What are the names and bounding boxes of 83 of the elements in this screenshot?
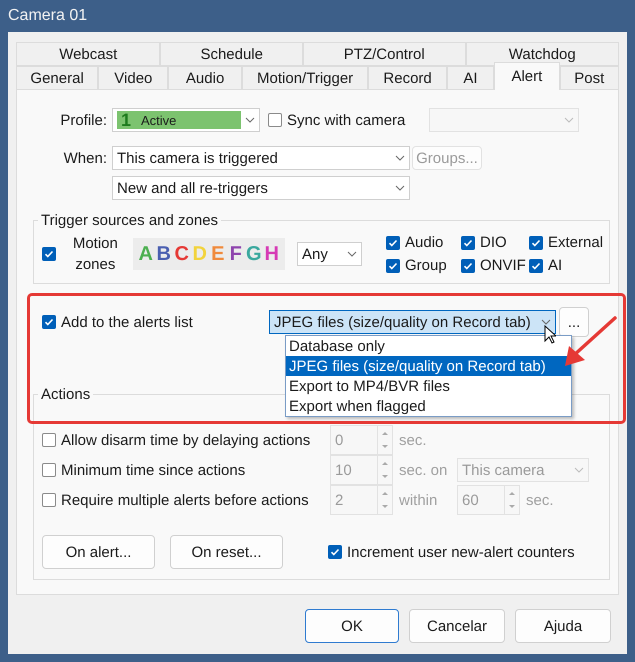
- checkbox[interactable]: [529, 236, 543, 250]
- tab[interactable]: AI: [446, 66, 494, 90]
- dialog-button[interactable]: Cancelar: [409, 609, 505, 643]
- checkmark-icon: [388, 260, 398, 270]
- checkbox[interactable]: [529, 258, 543, 272]
- checkbox-label: External: [548, 234, 604, 251]
- checkbox-label: ONVIF: [480, 257, 526, 274]
- tab[interactable]: Audio: [168, 66, 242, 90]
- checkbox-label: Group: [405, 257, 447, 274]
- checkmark-icon: [44, 249, 54, 259]
- chevron-down-icon: [541, 319, 551, 325]
- checkbox[interactable]: [386, 258, 400, 272]
- dropdown[interactable]: This camera is triggered: [112, 146, 410, 170]
- checkbox-label: AI: [548, 257, 562, 274]
- checkmark-icon: [44, 317, 54, 327]
- checkbox[interactable]: [328, 545, 342, 559]
- zone-letter[interactable]: C: [174, 242, 190, 266]
- checkbox-label: Motion zones: [72, 234, 119, 275]
- checkmark-icon: [531, 260, 541, 270]
- tab[interactable]: PTZ/Control: [302, 42, 466, 66]
- checkbox[interactable]: [268, 113, 282, 127]
- chevron-down-icon: [574, 467, 584, 473]
- checkbox[interactable]: [386, 236, 400, 250]
- more-button[interactable]: ...: [559, 307, 589, 337]
- checkbox-label: Require multiple alerts before actions: [61, 492, 309, 508]
- tab[interactable]: Watchdog: [466, 42, 620, 66]
- checkbox-label: Add to the alerts list: [61, 314, 193, 330]
- unit-label: sec.: [526, 492, 555, 508]
- field-label: Profile:: [59, 112, 107, 128]
- alerts-type-dropdown[interactable]: JPEG files (size/quality on Record tab): [269, 310, 556, 334]
- checkmark-icon: [330, 547, 340, 557]
- dropdown-option[interactable]: Export when flagged: [286, 396, 571, 416]
- profile-number: 1: [121, 110, 132, 130]
- checkbox[interactable]: [42, 247, 56, 261]
- checkbox-label: Increment user new-alert counters: [347, 544, 575, 560]
- dialog-button[interactable]: Ajuda: [515, 609, 611, 643]
- checkbox-label: Minimum time since actions: [61, 462, 246, 478]
- tab[interactable]: Alert: [494, 62, 560, 90]
- tab[interactable]: Record: [368, 66, 447, 90]
- window-title: Camera 01: [8, 7, 88, 25]
- action-button[interactable]: On alert...: [42, 535, 155, 569]
- tab[interactable]: Motion/Trigger: [242, 66, 368, 90]
- profile-dropdown[interactable]: 1 Active: [112, 108, 260, 132]
- dropdown-option[interactable]: Database only: [286, 336, 571, 356]
- tab[interactable]: General: [16, 66, 98, 90]
- checkbox[interactable]: [42, 433, 56, 447]
- chevron-down-icon: [395, 185, 405, 191]
- checkbox-label: Allow disarm time by delaying actions: [61, 432, 310, 448]
- chevron-down-icon: [245, 117, 255, 123]
- checkmark-icon: [463, 238, 473, 248]
- profile-name: Active: [141, 112, 176, 128]
- chevron-down-icon: [564, 117, 574, 123]
- zone-letter[interactable]: F: [228, 242, 244, 266]
- checkbox-label: DIO: [480, 234, 507, 251]
- checkbox-label: Audio: [405, 234, 444, 251]
- tab[interactable]: Schedule: [160, 42, 303, 66]
- tab[interactable]: Post: [560, 66, 619, 90]
- checkbox[interactable]: [42, 315, 56, 329]
- checkmark-icon: [463, 260, 473, 270]
- checkbox[interactable]: [461, 258, 475, 272]
- checkbox[interactable]: [42, 493, 56, 507]
- dropdown[interactable]: Any: [297, 242, 362, 266]
- checkbox[interactable]: [461, 236, 475, 250]
- zone-letter[interactable]: B: [156, 242, 172, 266]
- chevron-down-icon: [395, 155, 405, 161]
- tab[interactable]: Video: [98, 66, 168, 90]
- chevron-down-icon: [347, 251, 357, 257]
- tab[interactable]: Webcast: [16, 42, 160, 66]
- dropdown-option[interactable]: Export to MP4/BVR files: [286, 376, 571, 396]
- unit-label: sec. on: [399, 462, 448, 478]
- checkbox-label: Sync with camera: [287, 112, 406, 128]
- group-title: Trigger sources and zones: [40, 212, 220, 229]
- group-title: Actions: [40, 386, 92, 403]
- unit-label: within: [399, 492, 438, 508]
- checkbox[interactable]: [42, 463, 56, 477]
- checkmark-icon: [388, 238, 398, 248]
- unit-label: sec.: [399, 432, 428, 448]
- dropdown-option[interactable]: JPEG files (size/quality on Record tab): [286, 356, 571, 376]
- dialog-button[interactable]: OK: [305, 609, 399, 643]
- checkmark-icon: [531, 238, 541, 248]
- dropdown[interactable]: New and all re-triggers: [112, 176, 410, 200]
- action-button[interactable]: On reset...: [170, 535, 283, 569]
- field-label: When:: [62, 150, 107, 166]
